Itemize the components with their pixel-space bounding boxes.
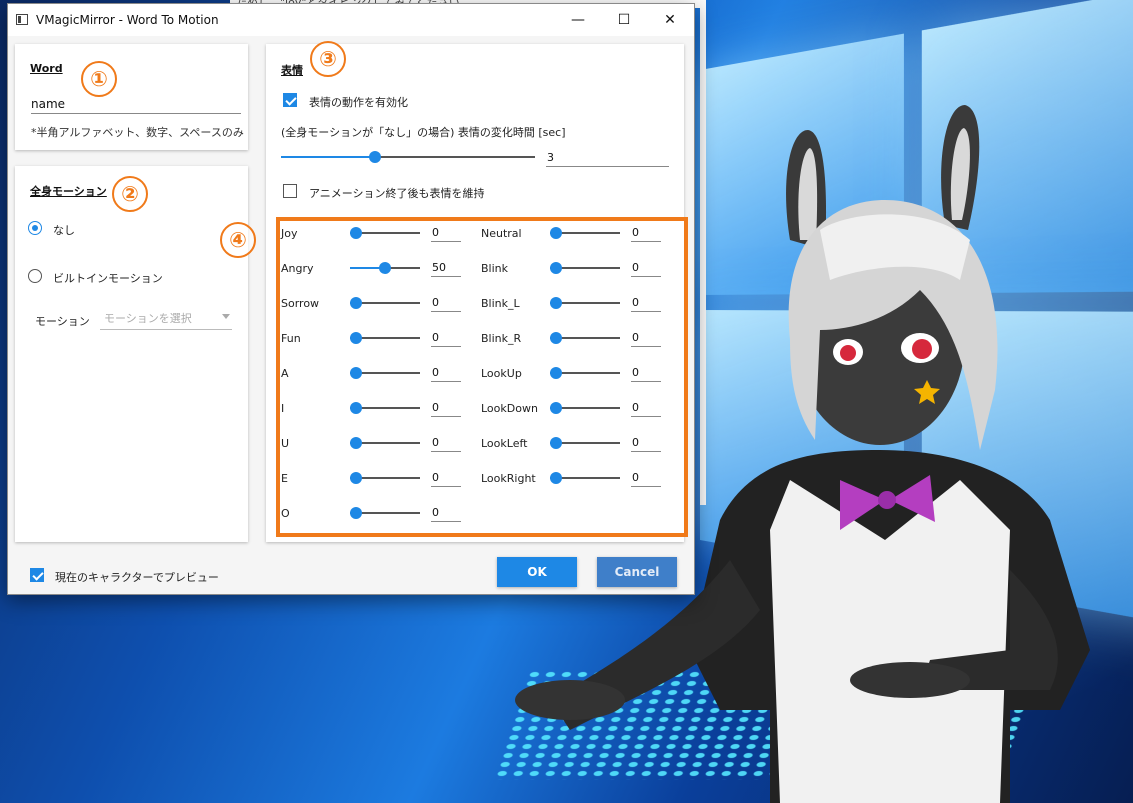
ok-button[interactable]: OK [497, 557, 577, 587]
annotation-box-4 [276, 217, 688, 537]
cancel-button[interactable]: Cancel [597, 557, 677, 587]
builtin-motion-radio[interactable] [28, 269, 42, 283]
app-icon [16, 14, 28, 25]
preview-checkbox[interactable] [30, 568, 44, 582]
duration-value[interactable]: 3 [546, 150, 669, 167]
word-card: Word *半角アルファベット、数字、スペースのみ [15, 44, 248, 150]
annotation-marker-4: ④ [220, 222, 256, 258]
keep-expression-checkbox[interactable] [283, 184, 297, 198]
preview-label[interactable]: 現在のキャラクターでプレビュー [55, 569, 219, 585]
motion-select[interactable]: モーションを選択 [100, 308, 232, 330]
duration-slider[interactable] [281, 150, 535, 164]
word-heading: Word [30, 62, 63, 75]
word-input[interactable] [31, 94, 241, 114]
chevron-down-icon [222, 314, 230, 319]
motion-none-radio[interactable] [28, 221, 42, 235]
word-hint: *半角アルファベット、数字、スペースのみ [31, 126, 244, 139]
motion-select-label: モーション [35, 315, 90, 328]
annotation-marker-1: ① [81, 61, 117, 97]
annotation-marker-3: ③ [310, 41, 346, 77]
title-bar[interactable]: VMagicMirror - Word To Motion — ☐ ✕ [8, 4, 694, 36]
motion-none-label[interactable]: なし [53, 222, 75, 238]
body-motion-heading: 全身モーション [30, 185, 107, 198]
annotation-marker-2: ② [112, 176, 148, 212]
expression-heading: 表情 [281, 64, 303, 77]
window-title: VMagicMirror - Word To Motion [36, 13, 219, 27]
minimize-button[interactable]: — [555, 4, 601, 36]
background-window [700, 0, 706, 505]
word-to-motion-dialog: VMagicMirror - Word To Motion — ☐ ✕ Word… [7, 3, 695, 595]
duration-label: (全身モーションが「なし」の場合) 表情の変化時間 [sec] [281, 126, 566, 139]
builtin-motion-label[interactable]: ビルトインモーション [53, 270, 163, 286]
maximize-button[interactable]: ☐ [601, 4, 647, 36]
keep-expression-label[interactable]: アニメーション終了後も表情を維持 [309, 185, 485, 201]
motion-select-placeholder: モーションを選択 [104, 312, 192, 325]
enable-expression-label[interactable]: 表情の動作を有効化 [309, 94, 408, 110]
close-button[interactable]: ✕ [647, 4, 693, 36]
enable-expression-checkbox[interactable] [283, 93, 297, 107]
body-motion-card: 全身モーション なし ビルトインモーション モーション モーションを選択 [15, 166, 248, 542]
slider-thumb[interactable] [368, 151, 381, 163]
